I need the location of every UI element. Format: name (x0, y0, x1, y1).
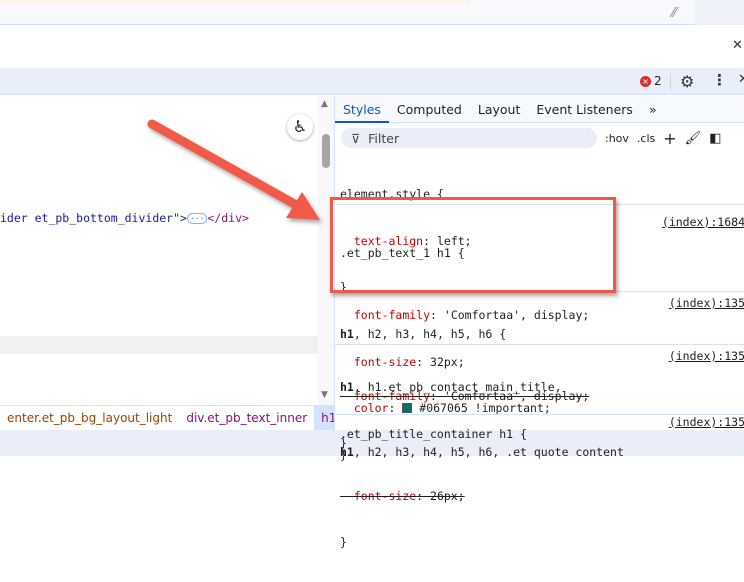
dom-close-tag: </div> (207, 211, 249, 225)
hov-button[interactable]: :hov (605, 132, 629, 145)
scroll-down-icon[interactable]: ▼ (321, 390, 328, 400)
rule-close: } (340, 535, 347, 549)
devtools-toolbar (0, 68, 744, 95)
divider (670, 73, 671, 90)
style-rule[interactable]: h1, h2, h3, h4, h5, h6 { (index):135 fon… (335, 292, 744, 450)
rule-selector: , h1.et_pb_contact_main_title, (353, 380, 562, 394)
resize-handle-icon[interactable]: ⁄⁄ (672, 6, 676, 21)
error-icon: × (640, 75, 651, 87)
close-icon[interactable]: ✕ (732, 38, 743, 53)
tab-styles[interactable]: Styles (335, 96, 389, 123)
style-rule[interactable]: h1, h1.et_pb_contact_main_title, .et_pb_… (335, 345, 744, 549)
error-count: 2 (654, 74, 662, 88)
dom-node-line[interactable]: ider et_pb_bottom_divider"> ··· </div> (0, 211, 249, 225)
selector-match: h1 (340, 445, 354, 459)
filter-placeholder: Filter (368, 130, 400, 146)
rule-selector: , h2, h3, h4, h5, h6, .et quote content (353, 445, 624, 459)
paint-brush-icon[interactable]: 🖌 (685, 131, 702, 146)
close-devtools-icon[interactable]: ✕ (738, 72, 744, 87)
filter-input[interactable]: ⊽ Filter (341, 128, 597, 148)
more-options-icon[interactable]: ⋮ (712, 71, 727, 89)
scroll-up-icon[interactable]: ▲ (321, 99, 328, 109)
annotation-highlight-box (330, 197, 616, 293)
more-tabs-icon[interactable]: » (641, 96, 665, 123)
style-rule[interactable]: h1, h2, h3, h4, h5, h6, .et quote conten… (335, 415, 744, 459)
toggle-sidebar-icon[interactable]: ◧ (709, 131, 721, 146)
tab-computed[interactable]: Computed (389, 96, 470, 123)
cls-button[interactable]: .cls (637, 132, 655, 145)
new-rule-icon[interactable]: + (663, 129, 676, 148)
breadcrumb-item[interactable]: enter.et_pb_bg_layout_light (0, 406, 179, 431)
rule-source-link[interactable]: (index):135 (669, 415, 744, 430)
gear-icon[interactable]: ⚙ (680, 72, 694, 91)
error-count-badge[interactable]: × 2 (640, 74, 662, 88)
tab-layout[interactable]: Layout (470, 96, 529, 123)
selector-match: h1 (340, 380, 354, 394)
dom-hover-row[interactable] (0, 336, 318, 354)
expand-ellipsis-button[interactable]: ··· (186, 213, 208, 224)
scroll-thumb[interactable] (322, 134, 330, 168)
sidebar-tabs: Styles Computed Layout Event Listeners » (335, 96, 744, 123)
prop-value[interactable]: 26px; (423, 489, 465, 503)
rule-source-link[interactable]: (index):135 (669, 296, 744, 312)
breadcrumb-item[interactable]: div.et_pb_text_inner (179, 406, 314, 431)
breadcrumb: enter.et_pb_bg_layout_light div.et_pb_te… (0, 405, 366, 431)
tab-event-listeners[interactable]: Event Listeners (528, 96, 641, 123)
page-strip (0, 0, 744, 25)
elements-panel (0, 96, 318, 405)
prop-name[interactable]: font-size (354, 489, 416, 503)
filter-icon: ⊽ (351, 130, 361, 146)
rule-source-link[interactable]: (index):1684 (662, 215, 744, 231)
dom-attr-text: ider et_pb_bottom_divider"> (0, 211, 187, 225)
filter-row: ⊽ Filter :hov .cls + 🖌 ◧ (335, 124, 744, 152)
selector-match: h1 (340, 327, 354, 341)
rule-source-link[interactable]: (index):135 (669, 349, 744, 365)
accessibility-icon[interactable]: ♿ (287, 114, 313, 140)
rule-selector: , h2, h3, h4, h5, h6 { (353, 327, 507, 341)
drawer (0, 26, 744, 68)
